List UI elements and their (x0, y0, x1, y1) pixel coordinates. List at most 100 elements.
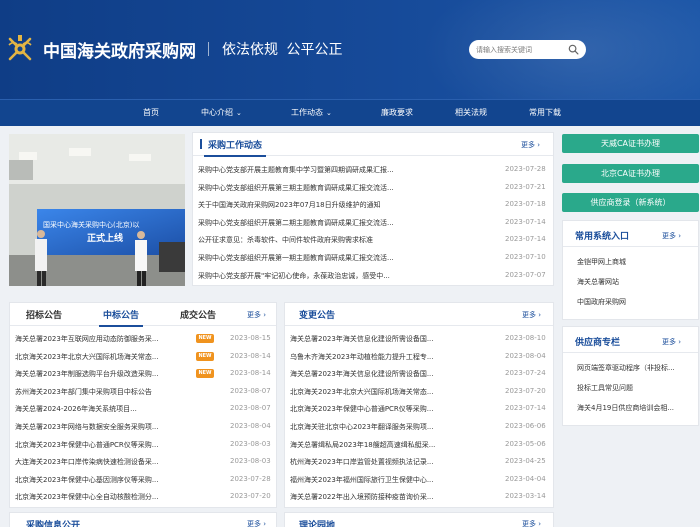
supplier-login-button[interactable]: 供应商登录（新系统） (562, 193, 699, 212)
work-news-more-link[interactable]: 更多 › (521, 140, 540, 150)
system-link[interactable]: 金铠甲网上商城 (577, 257, 626, 267)
list-item-title[interactable]: 北京海关2023年北京大兴国际机场海关常态... (290, 387, 462, 397)
list-item[interactable]: 苏州海关2023年部门集中采购项目中标公告 2023-08-07 (10, 385, 276, 399)
list-item[interactable]: 海关总署2023年网络与数据安全服务采购项... 2023-08-04 (10, 420, 276, 434)
list-item[interactable]: 北京海关驻北京中心2023年翻译服务采购项... 2023-06-06 (285, 420, 553, 434)
changes-more-link[interactable]: 更多 › (522, 310, 541, 320)
nav-home[interactable]: 首页 (143, 100, 159, 126)
nav-label: 工作动态 (291, 108, 323, 117)
nav-regulations[interactable]: 相关法规 (455, 100, 487, 126)
bids-header: 招标公告 中标公告 成交公告 更多 › (10, 303, 276, 327)
changes-title: 变更公告 (299, 311, 336, 321)
list-item[interactable]: 海关总署缉私局2023年18艘超高速缉私艇采... 2023-05-06 (285, 438, 553, 452)
tianwei-ca-button[interactable]: 天威CA证书办理 (562, 134, 699, 153)
list-item[interactable]: 海关总署2023年海关信息化建设所需设备国... 2023-08-10 (285, 332, 553, 346)
tab-deal[interactable]: 成交公告 (180, 308, 216, 321)
list-item[interactable]: 采购中心党支部开展"牢记初心使命，永葆政治忠诚，感受中... 2023-07-07 (193, 269, 553, 283)
list-item[interactable]: 关于中国海关政府采购网2023年07月18日升级维护的通知 2023-07-18 (193, 198, 553, 212)
new-badge: NEW (196, 334, 214, 343)
nav-integrity[interactable]: 廉政要求 (381, 100, 413, 126)
list-item-title[interactable]: 海关总署2023年网络与数据安全服务采购项... (15, 422, 183, 432)
beijing-ca-button[interactable]: 北京CA证书办理 (562, 164, 699, 183)
list-item-title[interactable]: 海关总署2023年海关信息化建设所需设备国... (290, 334, 462, 344)
search-icon[interactable] (568, 44, 579, 55)
list-item-title[interactable]: 海关总署2023年制服选购平台升级改造采购... (15, 369, 183, 379)
list-item-title[interactable]: 北京海关2023年保健中心普通PCR仪等采购... (15, 440, 183, 450)
list-item-title[interactable]: 关于中国海关政府采购网2023年07月18日升级维护的通知 (198, 200, 430, 210)
site-header: 中国海关政府采购网 依法依规 公平公正 (0, 0, 700, 99)
new-badge: NEW (196, 369, 214, 379)
list-item[interactable]: 福州海关2023年福州国际旅行卫生保健中心... 2023-04-04 (285, 473, 553, 487)
list-item-title[interactable]: 采购中心党支部开展主题教育集中学习暨第四期调研成果汇报... (198, 165, 430, 175)
common-systems-title: 常用系统入口 (575, 232, 630, 242)
list-item-date: 2023-03-14 (505, 492, 546, 501)
system-link[interactable]: 海关总署网站 (577, 277, 619, 287)
nav-label: 中心介绍 (201, 108, 233, 117)
list-item[interactable]: 采购中心党支部组织开展第二期主题教育调研成果汇报交流活... 2023-07-14 (193, 216, 553, 230)
supplier-more-link[interactable]: 更多 › (662, 337, 681, 347)
bids-more-link[interactable]: 更多 › (247, 310, 266, 320)
supplier-link[interactable]: 投标工具常见问题 (577, 383, 633, 393)
info-disclosure-more-link[interactable]: 更多 › (247, 519, 266, 527)
list-item-title[interactable]: 海关总署2023年互联网应用动态防御服务采... (15, 334, 183, 344)
list-item[interactable]: 采购中心党支部开展主题教育集中学习暨第四期调研成果汇报... 2023-07-28 (193, 163, 553, 177)
list-item[interactable]: 海关总署2022年出入境预防接种疫苗询价采... 2023-03-14 (285, 490, 553, 504)
list-item-title[interactable]: 北京海关2023年保健中心全自动核酸检测分... (15, 492, 183, 502)
list-item-title[interactable]: 杭州海关2023年口岸监管处置视频执法记录... (290, 457, 462, 467)
list-item-title[interactable]: 海关总署2024-2026年海关系统项目... (15, 404, 183, 414)
list-item[interactable]: 大连海关2023年口岸传染病快速检测设备采... 2023-08-03 (10, 455, 276, 469)
list-item-title[interactable]: 北京海关2023年北京大兴国际机场海关常态... (15, 352, 183, 362)
list-item[interactable]: 北京海关2023年保健中心普通PCR仪等采购... 2023-08-03 (10, 438, 276, 452)
list-item-title[interactable]: 采购中心党支部组织开展第三期主题教育调研成果汇报交流活... (198, 183, 430, 193)
supplier-link[interactable]: 网页端签章驱动程序（非投标... (577, 363, 675, 373)
tab-tender[interactable]: 招标公告 (26, 308, 62, 321)
system-link[interactable]: 中国政府采购网 (577, 297, 626, 307)
list-item[interactable]: 海关总署2024-2026年海关系统项目... 2023-08-07 (10, 402, 276, 416)
list-item-title[interactable]: 苏州海关2023年部门集中采购项目中标公告 (15, 387, 183, 397)
list-item-title[interactable]: 福州海关2023年福州国际旅行卫生保健中心... (290, 475, 462, 485)
nav-about[interactable]: 中心介绍 ⌄ (201, 100, 242, 126)
list-item[interactable]: 海关总署2023年互联网应用动态防御服务采... NEW 2023-08-15 (10, 332, 276, 346)
list-item-title[interactable]: 海关总署2023年海关信息化建设所需设备国... (290, 369, 462, 379)
list-item-title[interactable]: 北京海关2023年保健中心基因测序仪等采购... (15, 475, 183, 485)
list-item-title[interactable]: 采购中心党支部组织开展第一期主题教育调研成果汇报交流活... (198, 253, 430, 263)
list-item[interactable]: 海关总署2023年海关信息化建设所需设备国... 2023-07-24 (285, 367, 553, 381)
theory-more-link[interactable]: 更多 › (522, 519, 541, 527)
list-item-title[interactable]: 公开征求意见：杀毒软件、中间件软件政府采购需求标准 (198, 235, 430, 245)
list-item[interactable]: 采购中心党支部组织开展第一期主题教育调研成果汇报交流活... 2023-07-10 (193, 251, 553, 265)
tab-award[interactable]: 中标公告 (98, 308, 144, 327)
list-item-title[interactable]: 采购中心党支部开展"牢记初心使命，永葆政治忠诚，感受中... (198, 271, 430, 281)
changes-header: 变更公告 更多 › (285, 303, 553, 326)
list-item-title[interactable]: 采购中心党支部组织开展第二期主题教育调研成果汇报交流活... (198, 218, 430, 228)
list-item-title[interactable]: 海关总署2022年出入境预防接种疫苗询价采... (290, 492, 462, 502)
list-item[interactable]: 北京海关2023年北京大兴国际机场海关常态... NEW 2023-08-14 (10, 350, 276, 364)
list-item[interactable]: 海关总署2023年制服选购平台升级改造采购... NEW 2023-08-14 (10, 367, 276, 381)
list-item-title[interactable]: 海关总署缉私局2023年18艘超高速缉私艇采... (290, 440, 462, 450)
news-photo[interactable]: 国采中心海关采购中心(北京)以 正式上线 (9, 134, 185, 286)
supplier-link[interactable]: 海关4月19日供应商培训会相... (577, 403, 674, 413)
list-item-date: 2023-07-10 (505, 253, 546, 261)
customs-emblem-icon (8, 35, 32, 61)
nav-label: 相关法规 (455, 108, 487, 117)
list-item[interactable]: 北京海关2023年保健中心普通PCR仪等采购... 2023-07-14 (285, 402, 553, 416)
work-news-title: 采购工作动态 (199, 138, 267, 157)
list-item-title[interactable]: 乌鲁木齐海关2023年动植检能力提升工程专... (290, 352, 462, 362)
nav-work[interactable]: 工作动态 ⌄ (291, 100, 332, 126)
list-item-date: 2023-08-07 (230, 386, 271, 395)
list-item[interactable]: 杭州海关2023年口岸监管处置视频执法记录... 2023-04-25 (285, 455, 553, 469)
list-item-date: 2023-08-04 (230, 422, 271, 430)
list-item-title[interactable]: 北京海关驻北京中心2023年翻译服务采购项... (290, 422, 462, 432)
list-item-date: 2023-08-04 (505, 351, 546, 360)
common-systems-more-link[interactable]: 更多 › (662, 231, 681, 241)
search-input[interactable] (476, 42, 566, 57)
list-item[interactable]: 北京海关2023年保健中心基因测序仪等采购... 2023-07-28 (10, 473, 276, 487)
list-item-title[interactable]: 大连海关2023年口岸传染病快速检测设备采... (15, 457, 183, 467)
list-item-title[interactable]: 北京海关2023年保健中心普通PCR仪等采购... (290, 404, 462, 414)
list-item-date: 2023-07-14 (505, 404, 546, 413)
list-item[interactable]: 北京海关2023年保健中心全自动核酸检测分... 2023-07-20 (10, 490, 276, 504)
list-item[interactable]: 北京海关2023年北京大兴国际机场海关常态... 2023-07-20 (285, 385, 553, 399)
list-item[interactable]: 公开征求意见：杀毒软件、中间件软件政府采购需求标准 2023-07-14 (193, 233, 553, 247)
list-item[interactable]: 采购中心党支部组织开展第三期主题教育调研成果汇报交流活... 2023-07-21 (193, 181, 553, 195)
nav-downloads[interactable]: 常用下载 (529, 100, 561, 126)
list-item[interactable]: 乌鲁木齐海关2023年动植检能力提升工程专... 2023-08-04 (285, 350, 553, 364)
